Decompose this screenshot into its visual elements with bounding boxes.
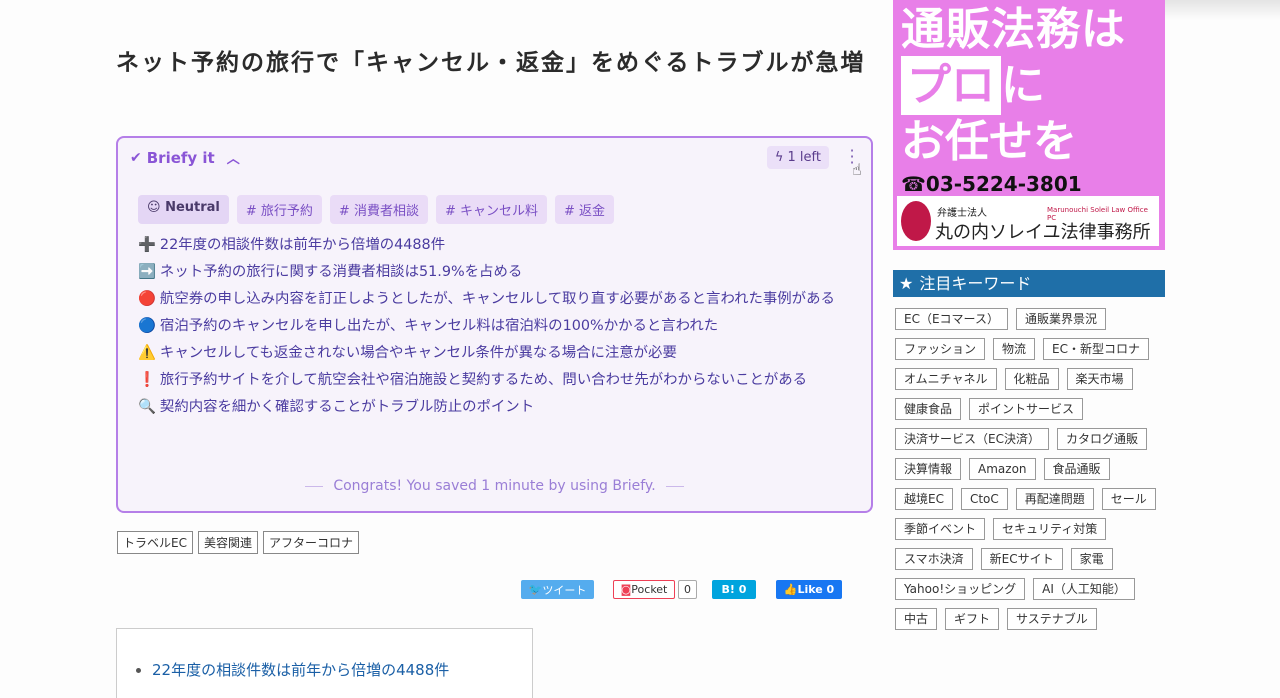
magnifier-icon: 🔍 bbox=[138, 399, 156, 415]
article-tag[interactable]: トラベルEC bbox=[117, 531, 193, 554]
keyword-tag[interactable]: 季節イベント bbox=[895, 518, 986, 540]
keyword-tag[interactable]: セキュリティ対策 bbox=[993, 518, 1107, 540]
check-icon: ✔ bbox=[130, 149, 142, 166]
ad-phone: ☎03-5224-3801 bbox=[901, 172, 1082, 196]
tag-item[interactable]: # 旅行予約 bbox=[236, 195, 322, 224]
tag-item[interactable]: # 返金 bbox=[554, 195, 615, 224]
tweet-button[interactable]: 🐦 ツイート bbox=[521, 580, 594, 599]
exclamation-icon: ❗ bbox=[138, 372, 156, 388]
ad-line-2: プロに bbox=[901, 56, 1045, 115]
keyword-tag[interactable]: 健康食品 bbox=[895, 398, 962, 420]
keyword-tag[interactable]: 越境EC bbox=[895, 488, 953, 510]
plus-icon: ➕ bbox=[138, 237, 156, 253]
summary-point: ➕ 22年度の相談件数は前年から倍増の4488件 bbox=[138, 237, 446, 253]
summary-point: 🔴 航空券の申し込み内容を訂正しようとしたが、キャンセルして取り直す必要があると言… bbox=[138, 291, 835, 307]
keyword-tag[interactable]: ファッション bbox=[895, 338, 986, 360]
toc-item[interactable]: 22年度の相談件数は前年から倍増の4488件 bbox=[152, 657, 502, 683]
window-shade bbox=[1165, 0, 1280, 20]
red-circle-icon: 🔴 bbox=[138, 291, 156, 307]
keyword-tag[interactable]: ギフト bbox=[945, 608, 1000, 630]
credits-badge[interactable]: ϟ 1 left bbox=[766, 146, 829, 169]
briefy-tags: ☺ Neutral # 旅行予約 # 消費者相談 # キャンセル料 # 返金 bbox=[138, 195, 615, 224]
keywords-heading: ★ 注目キーワード bbox=[893, 270, 1165, 297]
keyword-tag[interactable]: 家電 bbox=[1070, 548, 1113, 570]
firm-type: 弁護士法人 bbox=[937, 208, 987, 219]
keyword-tag[interactable]: 決済サービス（EC決済） bbox=[895, 428, 1049, 450]
summary-points: ➕ 22年度の相談件数は前年から倍増の4488件 ➡️ ネット予約の旅行に関する消費… bbox=[138, 235, 858, 424]
summary-point: ➡️ ネット予約の旅行に関する消費者相談は51.9%を占める bbox=[138, 264, 523, 280]
warning-icon: ⚠️ bbox=[138, 345, 156, 361]
pocket-count: 0 bbox=[678, 580, 697, 599]
table-of-contents: 22年度の相談件数は前年から倍増の4488件 bbox=[116, 628, 533, 698]
sentiment-tag[interactable]: ☺ Neutral bbox=[138, 195, 229, 224]
pocket-icon: ◙ bbox=[620, 583, 632, 596]
ad-line-3: お任せを bbox=[901, 116, 1077, 167]
summary-point: ⚠️ キャンセルしても返金されない場合やキャンセル条件が異なる場合に注意が必要 bbox=[138, 345, 677, 361]
credits-text: 1 left bbox=[787, 150, 821, 165]
keyword-tag[interactable]: サステナブル bbox=[1007, 608, 1097, 630]
article-tag[interactable]: アフターコロナ bbox=[262, 531, 359, 554]
briefy-panel: ✔ Briefy it ︿ ϟ 1 left · · · ☝ ☺ Neutral #… bbox=[116, 136, 873, 513]
keyword-tag[interactable]: 通販業界景況 bbox=[1015, 308, 1106, 330]
summary-point: 🔵 宿泊予約のキャンセルを申し出たが、キャンセル料は宿泊料の100%かかると言われ… bbox=[138, 318, 719, 334]
keyword-tag[interactable]: スマホ決済 bbox=[895, 548, 973, 570]
keyword-tag[interactable]: オムニチャネル bbox=[895, 368, 997, 390]
keyword-list: EC（Eコマース） 通販業界景況ファッション 物流 EC・新型コロナオムニチャネル 化粧… bbox=[895, 308, 1165, 630]
summary-point: 🔍 契約内容を細かく確認することがトラブル防止のポイント bbox=[138, 399, 535, 415]
keyword-tag[interactable]: 新ECサイト bbox=[980, 548, 1063, 570]
tag-item[interactable]: # キャンセル料 bbox=[435, 195, 547, 224]
firm-name: 丸の内ソレイユ法律事務所 bbox=[935, 222, 1151, 243]
keyword-tag[interactable]: Yahoo!ショッピング bbox=[895, 578, 1026, 600]
thumbs-up-icon: 👍 bbox=[783, 583, 798, 596]
keyword-tag[interactable]: セール bbox=[1101, 488, 1156, 510]
tag-item[interactable]: # 消費者相談 bbox=[329, 195, 428, 224]
hatena-bookmark-button[interactable]: B! 0 bbox=[712, 580, 756, 599]
arrow-right-icon: ➡️ bbox=[138, 264, 156, 280]
congrats-message: Congrats! You saved 1 minute by using Br… bbox=[118, 478, 871, 494]
page-title: ネット予約の旅行で「キャンセル・返金」をめぐるトラブルが急増 bbox=[116, 50, 866, 76]
keyword-tag[interactable]: 中古 bbox=[895, 608, 938, 630]
keyword-tag[interactable]: 決算情報 bbox=[895, 458, 962, 480]
keyword-tag[interactable]: EC・新型コロナ bbox=[1043, 338, 1149, 360]
keyword-tag[interactable]: 再配達問題 bbox=[1015, 488, 1094, 510]
keyword-tag[interactable]: 物流 bbox=[993, 338, 1036, 360]
lightning-icon: ϟ bbox=[774, 150, 784, 165]
keyword-tag[interactable]: 楽天市場 bbox=[1066, 368, 1133, 390]
facebook-like-button[interactable]: 👍 Like 0 bbox=[776, 580, 842, 599]
keyword-tag[interactable]: Amazon bbox=[969, 458, 1036, 480]
pocket-button[interactable]: ◙ Pocket bbox=[613, 580, 675, 599]
star-icon: ★ bbox=[899, 274, 914, 293]
keyword-tag[interactable]: AI（人工知能） bbox=[1033, 578, 1135, 600]
chevron-up-icon[interactable]: ︿ bbox=[227, 148, 240, 167]
summary-point: ❗ 旅行予約サイトを介して航空会社や宿泊施設と契約するため、問い合わせ先がわからな… bbox=[138, 372, 808, 388]
ad-line-1: 通販法務は bbox=[901, 4, 1126, 55]
keyword-tag[interactable]: CtoC bbox=[960, 488, 1008, 510]
briefy-brand: Briefy it bbox=[146, 148, 215, 167]
article-tag[interactable]: 美容関連 bbox=[197, 531, 258, 554]
article-tags: トラベルEC 美容関連 アフターコロナ bbox=[117, 531, 359, 554]
neutral-face-icon: ☺ bbox=[147, 200, 166, 215]
twitter-bird-icon: 🐦 bbox=[528, 583, 543, 596]
hand-cursor-icon: ☝ bbox=[852, 160, 862, 179]
divider bbox=[305, 485, 324, 487]
law-office-ad[interactable]: 通販法務は プロに お任せを ☎03-5224-3801 弁護士法人 Marun… bbox=[893, 0, 1165, 250]
keyword-tag[interactable]: EC（Eコマース） bbox=[895, 308, 1008, 330]
keyword-tag[interactable]: カタログ通販 bbox=[1056, 428, 1147, 450]
firm-logo-icon bbox=[901, 201, 931, 241]
keyword-tag[interactable]: ポイントサービス bbox=[969, 398, 1084, 420]
briefy-header[interactable]: ✔ Briefy it ︿ bbox=[130, 148, 240, 168]
keyword-tag[interactable]: 食品通販 bbox=[1043, 458, 1110, 480]
blue-circle-icon: 🔵 bbox=[138, 318, 156, 334]
divider bbox=[665, 485, 684, 487]
keyword-tag[interactable]: 化粧品 bbox=[1004, 368, 1059, 390]
ad-firm-banner: 弁護士法人 Marunouchi Soleil Law Office PC 丸の… bbox=[897, 196, 1159, 246]
